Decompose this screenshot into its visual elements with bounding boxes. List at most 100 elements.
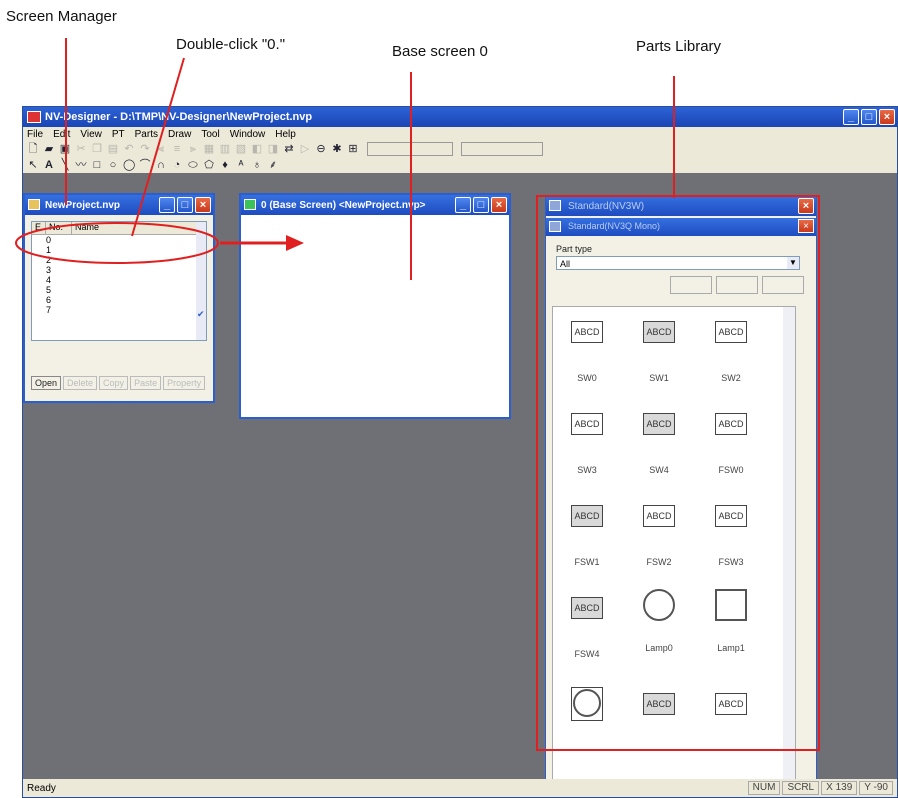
undo-icon[interactable]: ↶ bbox=[123, 143, 135, 155]
base-screen-maximize-button[interactable]: □ bbox=[473, 197, 489, 213]
menu-window[interactable]: Window bbox=[230, 129, 266, 140]
oval-icon[interactable]: ⬭ bbox=[187, 159, 199, 171]
delete-button[interactable]: Delete bbox=[63, 376, 98, 390]
part-lamp1[interactable]: Lamp1 bbox=[701, 589, 761, 653]
minimize-button[interactable]: _ bbox=[843, 109, 859, 125]
parts-library-close-button-2[interactable]: × bbox=[798, 219, 814, 233]
menu-tool[interactable]: Tool bbox=[201, 129, 219, 140]
screen-row-3[interactable]: 3 bbox=[32, 265, 206, 275]
base-screen-close-button[interactable]: × bbox=[491, 197, 507, 213]
ungroup-icon[interactable]: ▧ bbox=[235, 143, 247, 155]
group-icon[interactable]: ▥ bbox=[219, 143, 231, 155]
align-right-icon[interactable]: ⫸ bbox=[187, 143, 199, 155]
parts-button-3[interactable] bbox=[762, 276, 804, 294]
part-fsw0[interactable]: ABCD FSW0 bbox=[701, 413, 761, 475]
menu-pt[interactable]: PT bbox=[112, 129, 125, 140]
align-center-icon[interactable]: ≡ bbox=[171, 143, 183, 155]
part-sw3[interactable]: ABCD SW3 bbox=[557, 413, 617, 475]
file-new-icon[interactable]: 🗋 bbox=[27, 143, 39, 155]
paste-icon[interactable]: ▤ bbox=[107, 143, 119, 155]
part-sw1[interactable]: ABCD SW1 bbox=[629, 321, 689, 383]
parts-grid-scrollbar[interactable] bbox=[783, 307, 795, 785]
copy-button[interactable]: Copy bbox=[99, 376, 129, 390]
chevron-down-icon[interactable]: ▼ bbox=[787, 257, 799, 269]
parts-library-close-button-1[interactable]: × bbox=[798, 198, 814, 214]
grid-icon[interactable]: ▦ bbox=[203, 143, 215, 155]
text-a-icon[interactable]: A bbox=[43, 159, 55, 171]
screen-manager-minimize-button[interactable]: _ bbox=[159, 197, 175, 213]
simulate-icon[interactable]: ▷ bbox=[299, 143, 311, 155]
base-screen-minimize-button[interactable]: _ bbox=[455, 197, 471, 213]
redo-icon[interactable]: ↷ bbox=[139, 143, 151, 155]
maximize-button[interactable]: □ bbox=[861, 109, 877, 125]
base-screen-canvas[interactable] bbox=[241, 215, 509, 417]
lock-icon[interactable]: ⊖ bbox=[315, 143, 327, 155]
menu-edit[interactable]: Edit bbox=[53, 129, 70, 140]
cut-icon[interactable]: ✂ bbox=[75, 143, 87, 155]
screen-row-1[interactable]: 1 bbox=[32, 245, 206, 255]
menu-draw[interactable]: Draw bbox=[168, 129, 191, 140]
screen-row-7[interactable]: 7 bbox=[32, 305, 206, 315]
menu-file[interactable]: File bbox=[27, 129, 43, 140]
column-name[interactable]: Name bbox=[72, 222, 206, 234]
part-fsw2[interactable]: ABCD FSW2 bbox=[629, 505, 689, 567]
screen-row-0[interactable]: 0 bbox=[32, 235, 206, 245]
transfer-icon[interactable]: ⇄ bbox=[283, 143, 295, 155]
column-e[interactable]: E bbox=[32, 222, 46, 234]
part-sw4[interactable]: ABCD SW4 bbox=[629, 413, 689, 475]
curve-icon[interactable]: ∩ bbox=[155, 159, 167, 171]
star-icon[interactable]: ✱ bbox=[331, 143, 343, 155]
align-left-icon[interactable]: ⫷ bbox=[155, 143, 167, 155]
part-type-select[interactable]: All ▼ bbox=[556, 256, 800, 270]
zoom-combo[interactable] bbox=[367, 142, 453, 156]
part-fsw3[interactable]: ABCD FSW3 bbox=[701, 505, 761, 567]
fsw4-icon: ABCD bbox=[571, 597, 603, 619]
part-sw2[interactable]: ABCD SW2 bbox=[701, 321, 761, 383]
menu-parts[interactable]: Parts bbox=[135, 129, 158, 140]
open-button[interactable]: Open bbox=[31, 376, 62, 390]
screen-row-5[interactable]: 5 bbox=[32, 285, 206, 295]
parts-button-2[interactable] bbox=[716, 276, 758, 294]
part-lamp0[interactable]: Lamp0 bbox=[629, 589, 689, 653]
save-icon[interactable]: ▣ bbox=[59, 143, 71, 155]
part-sw6[interactable]: ABCD bbox=[701, 693, 761, 715]
snap-icon[interactable]: ⊞ bbox=[347, 143, 359, 155]
screen-combo[interactable] bbox=[461, 142, 543, 156]
polyline-icon[interactable]: 〰 bbox=[75, 159, 87, 171]
parts-button-1[interactable] bbox=[670, 276, 712, 294]
screen-row-4[interactable]: 4 bbox=[32, 275, 206, 285]
hatch-icon[interactable]: ⸙ bbox=[267, 159, 279, 171]
screen-manager-close-button[interactable]: × bbox=[195, 197, 211, 213]
copy-icon[interactable]: ❐ bbox=[91, 143, 103, 155]
select-arrow-icon[interactable]: ↖ bbox=[27, 159, 39, 171]
part-sw0[interactable]: ABCD SW0 bbox=[557, 321, 617, 383]
menu-help[interactable]: Help bbox=[275, 129, 296, 140]
column-no[interactable]: No. bbox=[46, 222, 72, 234]
paste-button[interactable]: Paste bbox=[130, 376, 162, 390]
back-icon[interactable]: ◨ bbox=[267, 143, 279, 155]
front-icon[interactable]: ◧ bbox=[251, 143, 263, 155]
arc-icon[interactable]: ⌒ bbox=[139, 159, 151, 171]
screen-row-2[interactable]: 2 bbox=[32, 255, 206, 265]
circle-icon[interactable]: ◯ bbox=[123, 159, 135, 171]
pie-icon[interactable]: ◔ bbox=[171, 159, 183, 171]
ellipse-icon[interactable]: ○ bbox=[107, 159, 119, 171]
screen-row-6[interactable]: 6 bbox=[32, 295, 206, 305]
scroll-down-icon[interactable]: ✔ bbox=[197, 309, 205, 320]
open-folder-icon[interactable]: ▰ bbox=[43, 143, 55, 155]
screen-list-scrollbar[interactable]: ✔ bbox=[196, 222, 206, 340]
text-style-icon[interactable]: ᴬ bbox=[235, 159, 247, 171]
bucket-icon[interactable]: ♁ bbox=[251, 159, 263, 171]
part-fsw4[interactable]: ABCD FSW4 bbox=[557, 597, 617, 659]
menu-view[interactable]: View bbox=[80, 129, 102, 140]
part-sw5[interactable]: ABCD bbox=[629, 693, 689, 715]
close-button[interactable]: × bbox=[879, 109, 895, 125]
line-icon[interactable]: ╲ bbox=[59, 159, 71, 171]
part-lamp2[interactable] bbox=[557, 687, 617, 721]
part-fsw1[interactable]: ABCD FSW1 bbox=[557, 505, 617, 567]
screen-manager-maximize-button[interactable]: □ bbox=[177, 197, 193, 213]
rectangle-icon[interactable]: □ bbox=[91, 159, 103, 171]
fill-icon[interactable]: ♦ bbox=[219, 159, 231, 171]
polygon-icon[interactable]: ⬠ bbox=[203, 159, 215, 171]
property-button[interactable]: Property bbox=[163, 376, 206, 390]
